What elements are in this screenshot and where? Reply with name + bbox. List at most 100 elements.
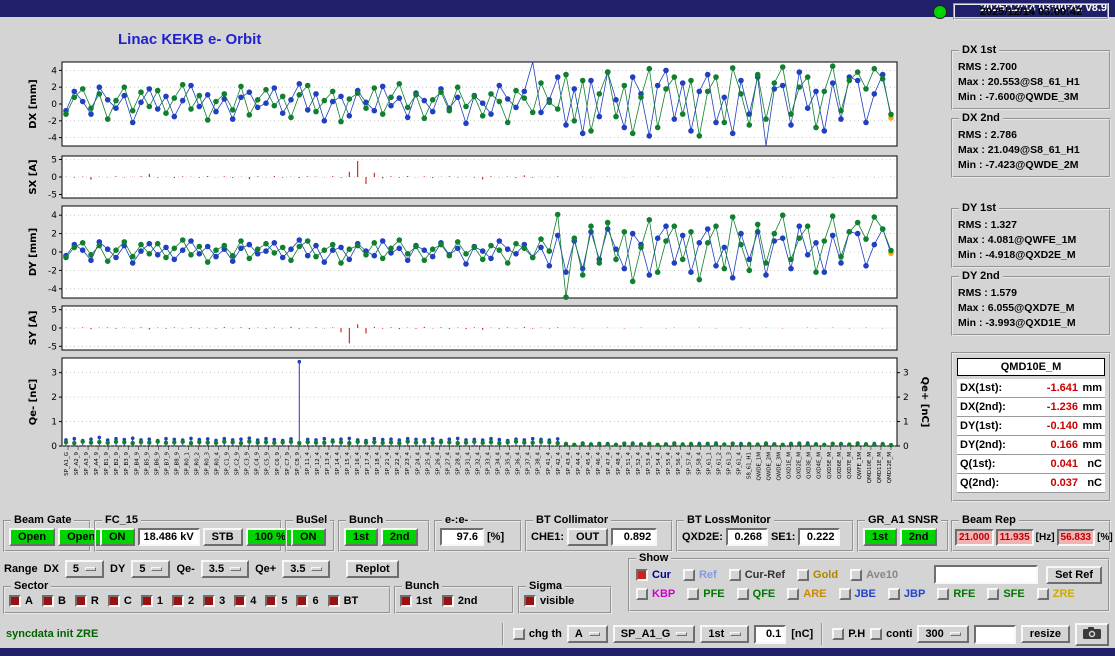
- range-dx-select[interactable]: 5: [64, 560, 105, 578]
- monitor-row-value: 0.037: [1050, 477, 1078, 489]
- bunch-1st-button[interactable]: 1st: [344, 528, 378, 546]
- chg-th-checkbox[interactable]: chg th: [512, 628, 562, 640]
- stat-dx-2nd: DX 2nd RMS : 2.786 Max : 21.049@S8_61_H1…: [951, 112, 1111, 178]
- stat-min: Min : -3.993@QXD1E_M: [958, 317, 1076, 329]
- se1-label: SE1:: [770, 531, 796, 543]
- sector-bt-label: BT: [343, 595, 359, 607]
- sector-1-label: 1: [156, 595, 163, 607]
- svg-text:DY [mm]: DY [mm]: [28, 228, 39, 276]
- svg-text:0: 0: [51, 248, 57, 258]
- sector-3-checkbox[interactable]: 3: [203, 595, 225, 607]
- show-gold-checkbox[interactable]: Gold: [797, 568, 838, 581]
- sector-4-checkbox[interactable]: 4: [234, 595, 256, 607]
- show-rfe-checkbox[interactable]: RFE: [937, 588, 975, 600]
- svg-text:SP_C3_9: SP_C3_9: [245, 452, 251, 476]
- checkbox-indicator: [296, 595, 309, 607]
- svg-text:SP_56_4: SP_56_4: [676, 452, 682, 475]
- snsr-1st-button[interactable]: 1st: [863, 528, 897, 546]
- fc15-on-button[interactable]: ON: [100, 528, 135, 546]
- che1-out-button[interactable]: OUT: [567, 528, 609, 546]
- show-qfe-checkbox[interactable]: QFE: [736, 588, 775, 600]
- svg-text:2: 2: [51, 83, 57, 93]
- sector-2-checkbox[interactable]: 2: [171, 595, 194, 607]
- show-cur-ref-checkbox[interactable]: Cur-Ref: [728, 568, 785, 581]
- show-cur-checkbox[interactable]: Cur: [636, 568, 671, 581]
- stat-min: Min : -7.423@QWDE_2M: [958, 159, 1079, 171]
- sector-c-checkbox[interactable]: C: [107, 595, 132, 607]
- sector-6-checkbox[interactable]: 6: [296, 595, 319, 607]
- beam-rep-hz-unit: [Hz]: [1035, 531, 1055, 543]
- bunch-order-select[interactable]: 1st: [700, 625, 750, 643]
- svg-text:SP_61_4: SP_61_4: [737, 452, 743, 475]
- beam-rep-group: Beam Rep 21.000 11.935 [Hz] 56.833 [%]: [951, 514, 1113, 552]
- checkbox-indicator: [870, 628, 883, 640]
- show-ave10-checkbox[interactable]: Ave10: [850, 568, 898, 581]
- svg-text:QXD2E_M: QXD2E_M: [797, 452, 803, 479]
- bunch-2nd-button[interactable]: 2nd: [380, 528, 419, 546]
- show-ref-checkbox[interactable]: Ref: [682, 568, 717, 581]
- conti-checkbox[interactable]: conti: [870, 628, 912, 640]
- interval-select[interactable]: 300: [917, 625, 969, 643]
- svg-text:SP_17_4: SP_17_4: [365, 452, 371, 475]
- sigma-visible-checkbox[interactable]: visible: [524, 595, 574, 607]
- sector-4-label: 4: [250, 595, 257, 607]
- replot-button[interactable]: Replot: [346, 560, 399, 578]
- beam-gate-open-1-button[interactable]: Open: [9, 528, 56, 546]
- svg-text:SP_33_4: SP_33_4: [486, 452, 492, 475]
- bunch-select-title: Bunch: [346, 514, 387, 526]
- sector-5-checkbox[interactable]: 5: [265, 595, 287, 607]
- show-sfe-checkbox[interactable]: SFE: [987, 588, 1025, 600]
- range-qe-plus-select[interactable]: 3.5: [282, 560, 331, 578]
- count-input[interactable]: [973, 624, 1016, 644]
- range-qe-minus-select[interactable]: 3.5: [200, 560, 250, 578]
- bunch-2nd-checkbox[interactable]: 2nd: [441, 595, 477, 607]
- checkbox-indicator: [9, 595, 21, 607]
- sector-r-checkbox[interactable]: R: [74, 595, 99, 607]
- svg-text:-2: -2: [48, 117, 57, 127]
- checkbox-indicator: [887, 588, 900, 600]
- show-row-2: KBP PFE QFE ARE JBE JBP RFE SFE ZRE: [636, 588, 1102, 600]
- set-ref-button[interactable]: Set Ref: [1046, 565, 1102, 584]
- snapshot-button[interactable]: [1075, 622, 1109, 646]
- checkbox-indicator: [234, 595, 247, 607]
- show-jbe-checkbox[interactable]: JBE: [838, 588, 876, 600]
- show-kbp-checkbox[interactable]: KBP: [636, 588, 675, 600]
- busel-on-button[interactable]: ON: [291, 528, 326, 546]
- svg-text:SP_R0_3: SP_R0_3: [205, 452, 211, 476]
- bunch-1st-checkbox[interactable]: 1st: [400, 595, 432, 607]
- monitor-row-label: Q(2nd):: [960, 477, 1000, 489]
- monitor-select[interactable]: SP_A1_G: [612, 625, 696, 643]
- monitor-row-unit: mm: [1082, 401, 1102, 413]
- threshold-input[interactable]: [754, 624, 787, 644]
- svg-text:SP_61_1: SP_61_1: [706, 452, 712, 475]
- show-jbp-checkbox[interactable]: JBP: [887, 588, 925, 600]
- svg-text:SP_A3_9: SP_A3_9: [84, 452, 90, 476]
- bottom-window-edge: [0, 648, 1115, 656]
- show-pfe-checkbox[interactable]: PFE: [687, 588, 725, 600]
- ref-name-input[interactable]: [934, 565, 1039, 584]
- show-zre-checkbox[interactable]: ZRE: [1036, 588, 1075, 600]
- sector-b-checkbox[interactable]: B: [41, 595, 66, 607]
- beam-rep-value-1: 21.000: [955, 528, 994, 546]
- resize-button[interactable]: resize: [1020, 625, 1070, 643]
- ph-checkbox[interactable]: P.H: [832, 628, 865, 640]
- svg-text:QWDE_1M: QWDE_1M: [757, 452, 763, 481]
- fc15-stb-button[interactable]: STB: [202, 528, 243, 546]
- fc15-kv-field: 18.486 kV: [137, 528, 200, 546]
- show-are-checkbox[interactable]: ARE: [787, 588, 827, 600]
- snsr-2nd-button[interactable]: 2nd: [899, 528, 938, 546]
- sector-a-checkbox[interactable]: A: [9, 595, 33, 607]
- checkbox-indicator: [787, 588, 800, 600]
- svg-text:SP_R0_4: SP_R0_4: [215, 452, 221, 476]
- qxd2e-label: QXD2E:: [682, 531, 723, 543]
- svg-text:SP_21_4: SP_21_4: [385, 452, 391, 475]
- sector-bt-checkbox[interactable]: BT: [327, 595, 359, 607]
- sector-select[interactable]: A: [566, 625, 608, 643]
- checkbox-indicator: [441, 595, 454, 607]
- show-title: Show: [636, 552, 672, 564]
- status-message: syncdata init ZRE: [6, 628, 99, 640]
- monitor-row-unit: mm: [1082, 382, 1102, 394]
- range-dy-select[interactable]: 5: [131, 560, 171, 578]
- sector-1-checkbox[interactable]: 1: [140, 595, 163, 607]
- bt-lossmonitor-group: BT LossMonitor QXD2E: 0.268 SE1: 0.222: [676, 514, 854, 552]
